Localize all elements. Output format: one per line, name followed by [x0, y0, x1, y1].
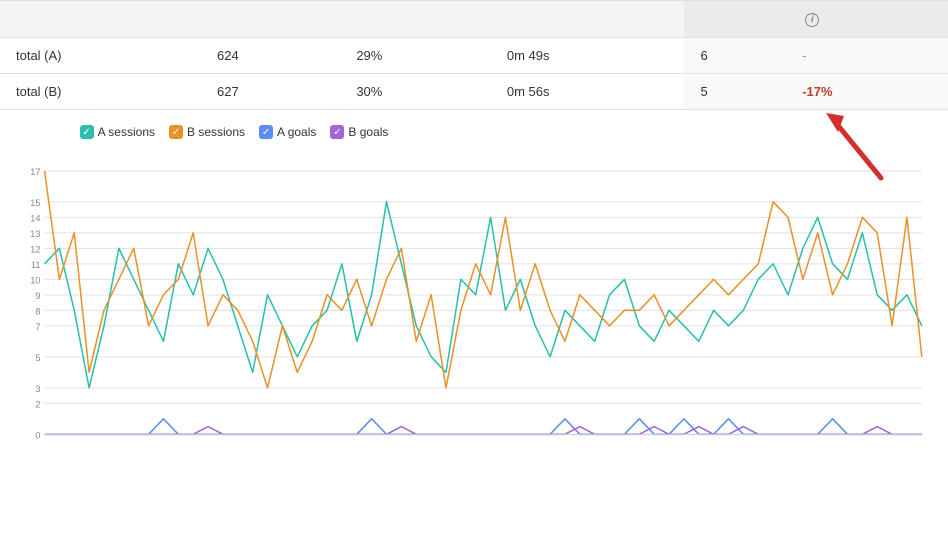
svg-text:17: 17 — [30, 167, 40, 177]
svg-text:13: 13 — [30, 229, 40, 239]
col-header-scrolls — [340, 1, 491, 38]
total-sessions-chart-section: ✓ A sessions ✓ B sessions ✓ A goals ✓ B … — [0, 110, 948, 456]
cell-sessions: 624 — [201, 37, 340, 73]
cell-improvement: -17% — [786, 73, 948, 109]
improvement-info-icon[interactable]: i — [805, 13, 819, 27]
chart-legend: ✓ A sessions ✓ B sessions ✓ A goals ✓ B … — [80, 125, 389, 139]
svg-text:5: 5 — [35, 353, 40, 363]
svg-text:7: 7 — [35, 322, 40, 332]
svg-text:11: 11 — [31, 260, 41, 270]
svg-text:9: 9 — [35, 291, 40, 301]
col-header-sessions-count — [201, 1, 340, 38]
svg-text:2: 2 — [35, 400, 40, 410]
svg-text:0: 0 — [35, 431, 40, 441]
cell-variant: total (B) — [0, 73, 201, 109]
svg-text:12: 12 — [30, 245, 40, 255]
cell-goal: 6 — [684, 37, 786, 73]
cell-scrolls: 30% — [340, 73, 491, 109]
legend-color-box: ✓ — [259, 125, 273, 139]
legend-item[interactable]: ✓ A goals — [259, 125, 316, 139]
svg-text:3: 3 — [35, 384, 40, 394]
legend-color-box: ✓ — [80, 125, 94, 139]
cell-variant: total (A) — [0, 37, 201, 73]
col-header-improvement: i — [786, 1, 948, 38]
legend-color-box: ✓ — [169, 125, 183, 139]
svg-text:8: 8 — [35, 307, 40, 317]
svg-text:15: 15 — [30, 198, 40, 208]
cell-avg-session: 0m 56s — [491, 73, 685, 109]
legend-item[interactable]: ✓ B sessions — [169, 125, 245, 139]
table-row: total (A) 624 29% 0m 49s 6 - — [0, 37, 948, 73]
cell-sessions: 627 — [201, 73, 340, 109]
col-header-avg-session — [491, 1, 685, 38]
legend-label: B goals — [348, 125, 388, 139]
legend-label: A goals — [277, 125, 316, 139]
col-header-goal — [684, 1, 786, 38]
chart-container: 0 2 3 5 7 8 9 10 11 12 13 14 15 17 — [16, 145, 932, 455]
svg-text:10: 10 — [30, 276, 40, 286]
legend-label: B sessions — [187, 125, 245, 139]
line-chart: 0 2 3 5 7 8 9 10 11 12 13 14 15 17 — [16, 145, 932, 455]
legend-label: A sessions — [98, 125, 155, 139]
legend-item[interactable]: ✓ B goals — [330, 125, 388, 139]
cell-avg-session: 0m 49s — [491, 37, 685, 73]
cell-goal: 5 — [684, 73, 786, 109]
svg-text:14: 14 — [30, 214, 40, 224]
ab-test-table: i total (A) 624 29% 0m 49s 6 - total (B)… — [0, 0, 948, 110]
cell-improvement: - — [786, 37, 948, 73]
col-header-variants — [0, 1, 201, 38]
legend-item[interactable]: ✓ A sessions — [80, 125, 155, 139]
cell-scrolls: 29% — [340, 37, 491, 73]
table-row: total (B) 627 30% 0m 56s 5 -17% — [0, 73, 948, 109]
legend-color-box: ✓ — [330, 125, 344, 139]
